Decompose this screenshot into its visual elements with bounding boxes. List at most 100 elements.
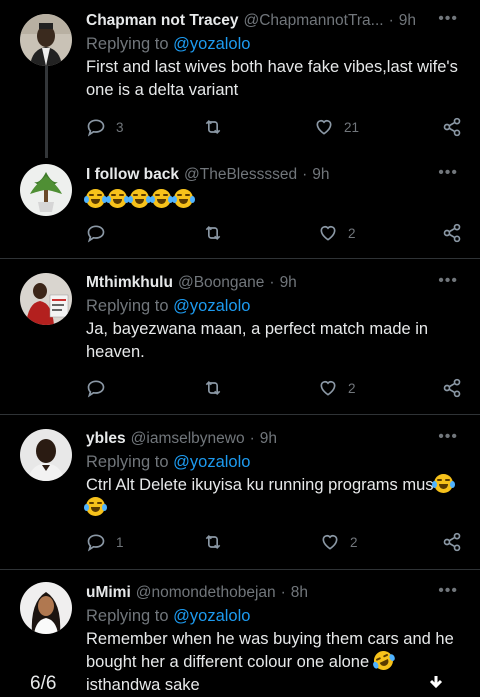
tweet[interactable]: Mthimkhulu @Boongane · 9h ••• Replying t…: [0, 259, 480, 415]
like-button[interactable]: 2: [318, 223, 356, 243]
tweet-actions: 1 2: [86, 532, 462, 558]
tweet-actions: 2: [86, 223, 462, 249]
reply-button[interactable]: 3: [86, 117, 124, 137]
reply-button[interactable]: [86, 378, 106, 398]
display-name[interactable]: Mthimkhulu: [86, 274, 173, 292]
heart-icon: [320, 225, 336, 241]
user-handle[interactable]: @Boongane: [178, 274, 264, 292]
mention-link[interactable]: @yozalolo: [173, 607, 250, 625]
more-icon[interactable]: •••: [438, 272, 458, 290]
like-button[interactable]: 2: [320, 532, 358, 552]
user-handle[interactable]: @ChapmannotTra...: [243, 12, 383, 30]
tears-of-joy-icon: [431, 474, 455, 493]
reply-button[interactable]: [86, 223, 106, 243]
share-icon: [443, 532, 461, 552]
tweet[interactable]: Chapman not Tracey @ChapmannotTra... · 9…: [0, 0, 480, 158]
display-name[interactable]: Chapman not Tracey: [86, 12, 238, 30]
reply-button[interactable]: 1: [86, 532, 124, 552]
separator: ·: [280, 584, 286, 601]
replying-to: Replying to @yozalolo: [86, 605, 466, 628]
replying-to-label: Replying to: [86, 453, 174, 471]
timestamp[interactable]: 9h: [312, 166, 329, 184]
tweet-text: First and last wives both have fake vibe…: [86, 58, 458, 99]
page-counter: 6/6: [30, 673, 57, 694]
replying-to: Replying to @yozalolo: [86, 295, 466, 318]
share-button[interactable]: [442, 532, 462, 552]
retweet-icon: [205, 225, 221, 241]
user-handle[interactable]: @nomondethobejan: [136, 584, 276, 602]
tweet-text: Ctrl Alt Delete ikuyisa ku running progr…: [84, 474, 466, 520]
timestamp[interactable]: 9h: [260, 430, 277, 448]
avatar[interactable]: [20, 164, 72, 216]
tweet[interactable]: I follow back @TheBlessssed · 9h ••• 2: [0, 154, 480, 259]
tweet-text-body: Ctrl Alt Delete ikuyisa ku running progr…: [86, 476, 434, 494]
display-name[interactable]: ybles: [86, 430, 126, 448]
tweet[interactable]: ybles @iamselbynewo · 9h ••• Replying to…: [0, 415, 480, 570]
reply-icon: [87, 380, 105, 398]
tears-of-joy-icon: [106, 189, 129, 208]
tweet[interactable]: uMimi @nomondethobejan · 8h ••• Replying…: [0, 570, 480, 694]
download-icon[interactable]: [428, 676, 444, 695]
display-name[interactable]: I follow back: [86, 166, 179, 184]
share-button[interactable]: [442, 223, 462, 243]
tears-of-joy-icon: [84, 189, 107, 208]
mention-link[interactable]: @yozalolo: [173, 297, 250, 315]
reply-icon: [87, 534, 105, 552]
replying-to: Replying to @yozalolo: [86, 451, 466, 474]
timestamp[interactable]: 9h: [399, 12, 416, 30]
heart-icon: [316, 119, 332, 135]
timestamp[interactable]: 8h: [291, 584, 308, 602]
like-button[interactable]: 2: [318, 378, 356, 398]
like-button[interactable]: 21: [314, 117, 359, 137]
reply-icon: [87, 225, 105, 243]
share-icon: [443, 378, 461, 398]
tweet-text-line: Remember when he was buying them cars an…: [86, 630, 454, 648]
tweet-text: [84, 189, 466, 212]
like-count: 2: [348, 225, 356, 241]
more-icon[interactable]: •••: [438, 582, 458, 600]
retweet-icon: [205, 534, 221, 550]
timestamp[interactable]: 9h: [280, 274, 297, 292]
user-handle[interactable]: @iamselbynewo: [131, 430, 245, 448]
share-icon: [443, 117, 461, 137]
replying-to-label: Replying to: [86, 607, 174, 625]
display-name[interactable]: uMimi: [86, 584, 131, 602]
avatar[interactable]: [20, 582, 72, 634]
avatar[interactable]: [20, 14, 72, 66]
like-count: 2: [348, 380, 356, 396]
like-count: 21: [344, 119, 360, 135]
share-button[interactable]: [442, 117, 462, 137]
more-icon[interactable]: •••: [438, 164, 458, 182]
share-icon: [443, 223, 461, 243]
mention-link[interactable]: @yozalolo: [173, 35, 250, 53]
more-icon[interactable]: •••: [438, 428, 458, 446]
mention-link[interactable]: @yozalolo: [173, 453, 250, 471]
user-handle[interactable]: @TheBlessssed: [184, 166, 297, 184]
more-icon[interactable]: •••: [438, 10, 458, 28]
separator: ·: [388, 12, 394, 29]
tweet-text: Remember when he was buying them cars an…: [86, 628, 466, 697]
avatar[interactable]: [20, 273, 72, 325]
heart-icon: [322, 534, 338, 550]
tweet-text-line: isthandwa sake: [86, 676, 200, 694]
tweet-text-line: bought her a different colour one alone: [86, 653, 370, 671]
reply-icon: [87, 119, 105, 137]
thread-line: [45, 62, 48, 158]
heart-icon: [320, 380, 336, 396]
tears-of-joy-icon: [172, 189, 195, 208]
like-count: 2: [350, 534, 358, 550]
tears-of-joy-icon: [150, 189, 173, 208]
rofl-icon: [370, 647, 396, 674]
separator: ·: [249, 430, 255, 447]
retweet-button[interactable]: [203, 117, 233, 137]
retweet-button[interactable]: [203, 223, 223, 243]
retweet-button[interactable]: [203, 378, 223, 398]
retweet-button[interactable]: [203, 532, 223, 552]
avatar[interactable]: [20, 429, 72, 481]
replying-to-label: Replying to: [86, 297, 174, 315]
reply-count: 1: [116, 534, 124, 550]
share-button[interactable]: [442, 378, 462, 398]
replying-to-label: Replying to: [86, 35, 174, 53]
retweet-icon: [205, 380, 221, 396]
separator: ·: [302, 166, 308, 183]
